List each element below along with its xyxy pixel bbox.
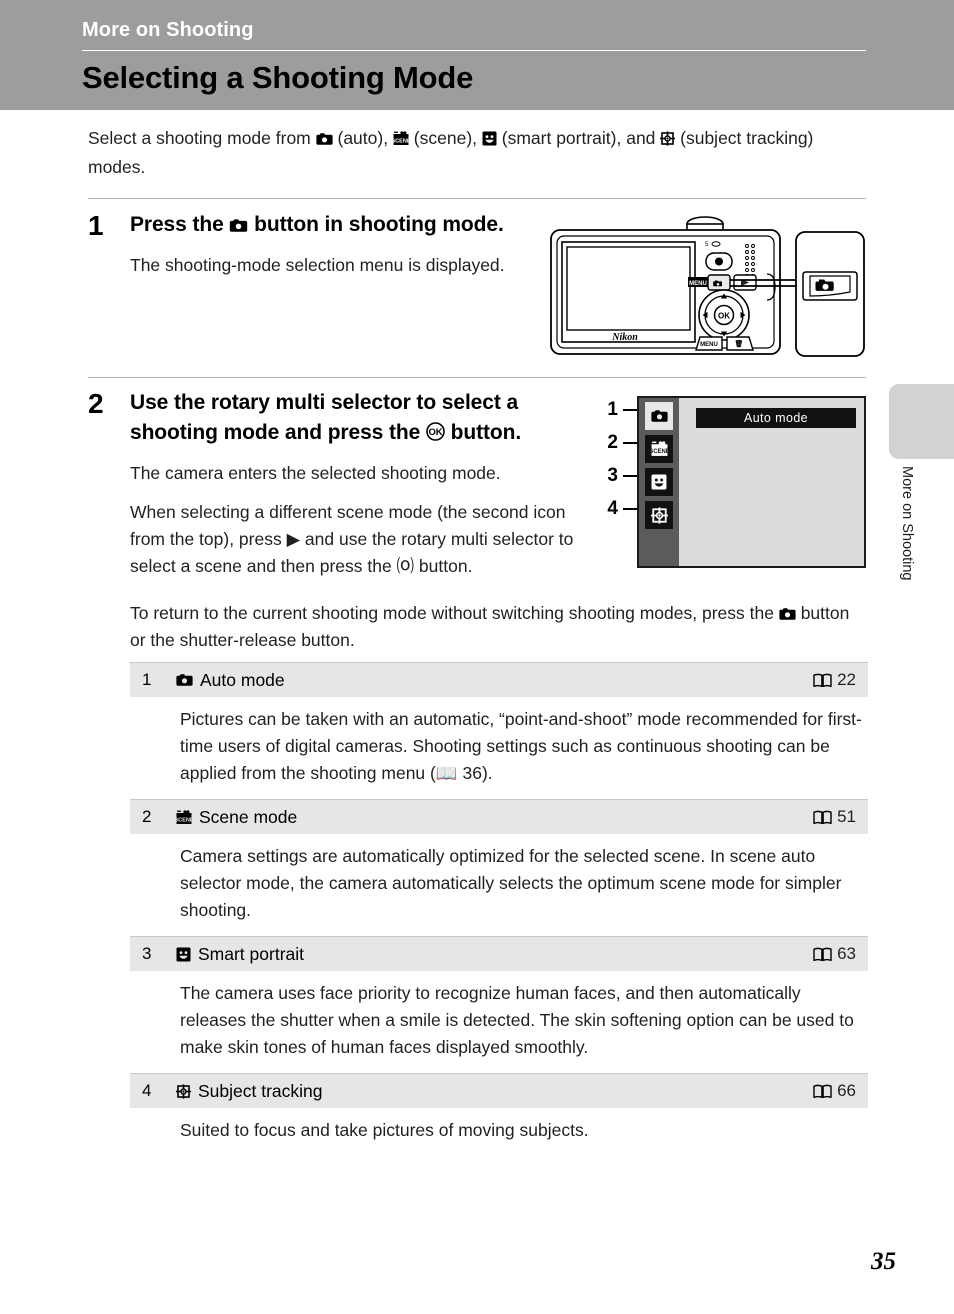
camera-icon [316,132,333,146]
step-1-paragraph: The shooting-mode selection menu is disp… [130,255,505,275]
scene-icon: SCENE [176,809,192,825]
side-tab-marker [889,384,954,459]
target-icon [650,506,668,524]
scene-icon: SCENE [651,441,668,457]
step-1-heading: Press the button in shooting mode. [130,210,505,240]
menu-tile-subject-tracking[interactable] [645,501,673,529]
smile-icon [651,474,667,490]
book-icon [813,1084,832,1099]
shooting-modes-table: 1 Auto mode 22 Pictures can be taken wit… [130,662,868,1156]
row-index: 1 [142,670,152,689]
row-description: Pictures can be taken with an automatic,… [180,709,862,783]
row-index: 4 [142,1081,152,1100]
row-page-reference: 66 [813,1081,868,1101]
row-label: Scene mode [199,806,298,827]
row-page-reference: 63 [813,944,868,964]
menu-tile-auto[interactable] [645,402,673,430]
table-row: 1 Auto mode 22 [130,662,868,697]
intro-smart-label: (smart portrait), and [496,128,661,148]
intro-paragraph: Select a shooting mode from (auto), SCEN… [88,124,858,182]
svg-text:SCENE: SCENE [176,817,192,823]
return-note-paragraph: To return to the current shooting mode w… [130,600,868,654]
camera-illustration: Nikon 5 MENU OK MENU 🗑 [548,214,866,362]
step-2-paragraph-1: The camera enters the selected shooting … [130,463,501,483]
menu-selected-mode-label: Auto mode [696,408,856,428]
intro-auto-label: (auto), [332,128,393,148]
camera-icon [779,607,796,621]
step-1-heading-after: button in shooting mode. [248,213,504,236]
row-label-cell: SCENE Scene mode [176,807,813,828]
page-header-band: More on Shooting Selecting a Shooting Mo… [0,0,954,110]
target-icon [176,1083,191,1099]
step-2-heading-after: button. [444,421,522,444]
table-row: 3 Smart portrait 63 [130,936,868,971]
row-index: 3 [142,944,152,963]
header-divider [82,50,866,51]
step-2-paragraph-2: When selecting a different scene mode (t… [130,502,574,576]
svg-text:OK: OK [718,312,730,321]
target-icon [660,131,676,146]
svg-text:OK: OK [428,427,442,438]
row-page-number: 22 [837,670,856,689]
row-label-cell: Auto mode [176,670,813,691]
svg-text:SCENE: SCENE [651,449,668,455]
intro-text-prefix: Select a shooting mode from [88,128,316,148]
note-text-part-1: To return to the current shooting mode w… [130,603,779,623]
svg-text:🗑: 🗑 [735,339,744,348]
row-description: Suited to focus and take pictures of mov… [180,1120,589,1140]
step-2-heading: Use the rotary multi selector to select … [130,388,588,448]
svg-text:Nikon: Nikon [611,332,638,343]
book-icon [813,947,832,962]
smile-icon [482,131,497,146]
row-label-cell: Smart portrait [176,944,813,965]
step-1-heading-before: Press the [130,213,230,236]
row-description: Camera settings are automatically optimi… [180,846,842,920]
callout-number-3: 3 [607,465,618,486]
row-page-reference: 22 [813,670,868,690]
side-tab-label: More on Shooting [899,466,915,581]
book-icon [813,673,832,688]
intro-scene-label: (scene), [408,128,482,148]
divider-above-step-2 [88,377,866,378]
menu-tile-scene[interactable]: SCENE [645,435,673,463]
svg-text:MENU: MENU [700,342,718,348]
book-icon [813,810,832,825]
callout-number-2: 2 [607,432,618,453]
row-label: Auto mode [200,669,285,690]
ok-button-icon: OK [426,422,445,441]
row-label-cell: Subject tracking [176,1081,813,1102]
row-page-number: 66 [837,1081,856,1100]
divider-above-step-1 [88,198,866,199]
step-1-number: 1 [88,210,104,241]
step-2-number: 2 [88,388,104,419]
page-title: Selecting a Shooting Mode [82,60,474,95]
menu-tile-smart-portrait[interactable] [645,468,673,496]
row-index: 2 [142,807,152,826]
row-page-number: 63 [837,944,856,963]
table-row: 4 Subject tracking 66 [130,1073,868,1108]
row-page-number: 51 [837,807,856,826]
smile-icon [176,947,191,962]
menu-screen: SCENE Auto mode [637,396,866,568]
callout-number-1: 1 [607,399,618,420]
svg-text:SCENE: SCENE [393,138,409,144]
callout-number-4: 4 [607,498,618,519]
scene-icon: SCENE [393,131,409,146]
section-kicker: More on Shooting [82,19,254,41]
shooting-mode-menu-illustration: 1 2 3 4 SCENE Auto mode [604,396,866,568]
camera-icon [650,409,668,423]
row-label: Subject tracking [198,1080,323,1101]
page-number: 35 [871,1248,896,1275]
table-row: 2 SCENE Scene mode 51 [130,799,868,834]
camera-icon [176,673,193,687]
svg-text:MENU: MENU [689,281,707,287]
row-description: The camera uses face priority to recogni… [180,983,854,1057]
row-label: Smart portrait [198,943,304,964]
row-page-reference: 51 [813,807,868,827]
camera-icon [229,218,248,233]
